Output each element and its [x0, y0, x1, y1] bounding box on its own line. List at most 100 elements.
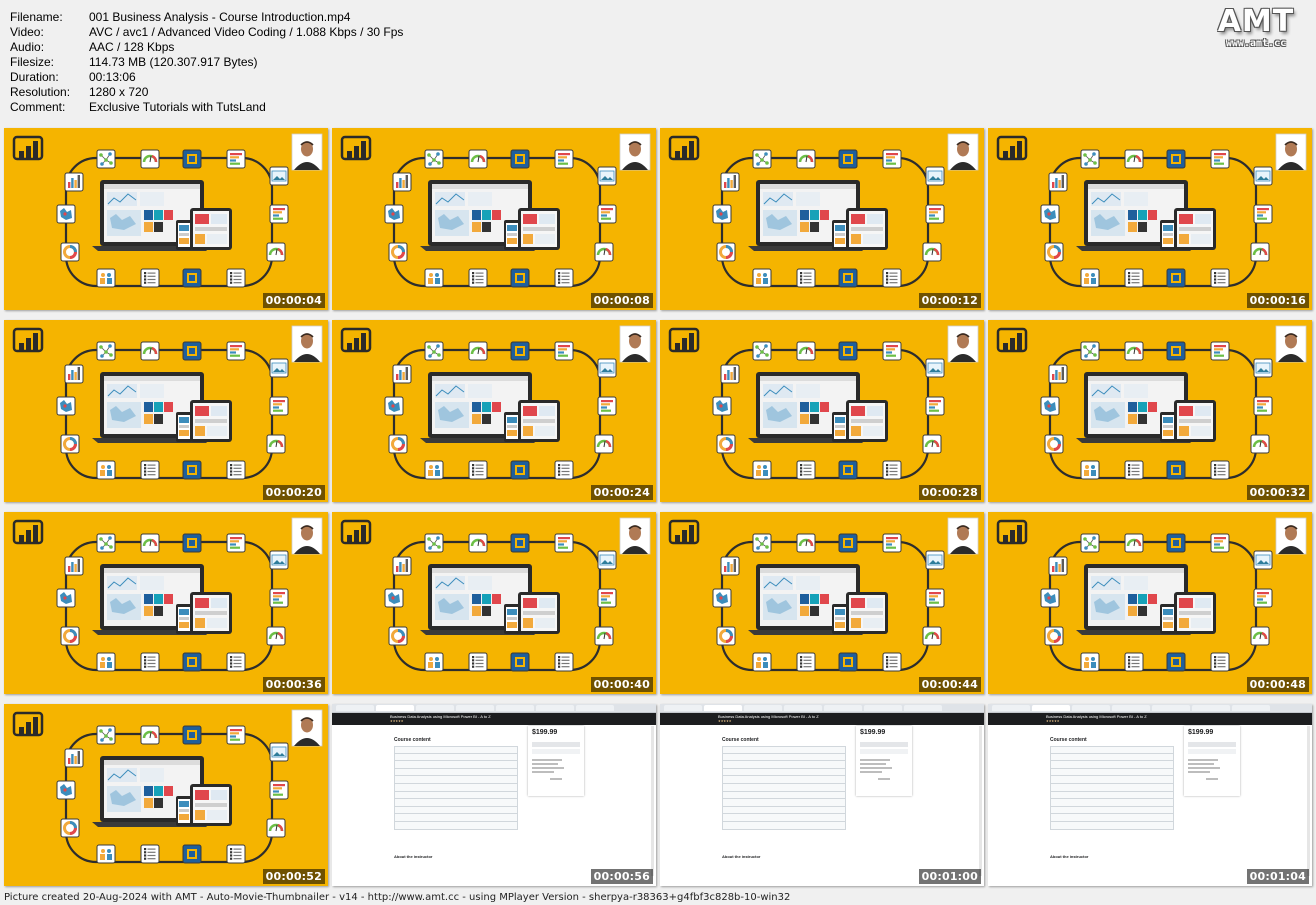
- course-section-row[interactable]: [1050, 768, 1174, 777]
- gift-button[interactable]: [860, 749, 908, 754]
- browser-tab[interactable]: [864, 705, 902, 711]
- gauge-chart-icon: [468, 149, 488, 169]
- video-thumbnail[interactable]: 00:00:08: [332, 128, 656, 310]
- donut-chart-icon: [60, 242, 80, 262]
- course-section-row[interactable]: [394, 814, 518, 822]
- enroll-button[interactable]: [532, 742, 580, 747]
- course-section-row[interactable]: [1050, 791, 1174, 800]
- info-key: Video:: [10, 25, 44, 39]
- video-thumbnail[interactable]: 00:00:16: [988, 128, 1312, 310]
- browser-tab[interactable]: [456, 705, 494, 711]
- course-section-row[interactable]: [394, 791, 518, 800]
- share-link[interactable]: [1206, 778, 1218, 780]
- browser-tab[interactable]: [784, 705, 822, 711]
- course-section-row[interactable]: [1050, 783, 1174, 792]
- course-section-row[interactable]: [722, 776, 846, 784]
- donut-chart-icon: [716, 242, 736, 262]
- video-thumbnail[interactable]: 00:00:20: [4, 320, 328, 502]
- course-section-row[interactable]: [394, 761, 518, 769]
- kpi-tile-icon: [1166, 460, 1186, 480]
- video-thumbnail[interactable]: 00:00:04: [4, 128, 328, 310]
- course-section-row[interactable]: [394, 799, 518, 807]
- course-section-row[interactable]: [1050, 776, 1174, 784]
- about-instructor-heading: About the instructor: [394, 854, 433, 859]
- donut-chart-icon: [1044, 434, 1064, 454]
- video-thumbnail[interactable]: 00:00:24: [332, 320, 656, 502]
- course-section-row[interactable]: [722, 806, 846, 815]
- course-section-row[interactable]: [394, 806, 518, 815]
- presenter-photo: [619, 517, 651, 555]
- course-section-row[interactable]: [722, 783, 846, 792]
- course-section-row[interactable]: [394, 753, 518, 762]
- course-section-row[interactable]: [722, 791, 846, 800]
- page-scrollbar[interactable]: [979, 726, 982, 876]
- table-visual-icon: [468, 652, 488, 672]
- course-section-row[interactable]: [1050, 753, 1174, 762]
- course-section-row[interactable]: [394, 768, 518, 777]
- course-section-row[interactable]: [722, 753, 846, 762]
- share-link[interactable]: [878, 778, 890, 780]
- video-thumbnail[interactable]: 00:00:32: [988, 320, 1312, 502]
- browser-tab[interactable]: [336, 705, 374, 711]
- course-section-row[interactable]: [394, 746, 518, 754]
- browser-tab[interactable]: [904, 705, 942, 711]
- course-section-row[interactable]: [1050, 814, 1174, 822]
- page-scrollbar[interactable]: [1307, 726, 1310, 876]
- course-section-row[interactable]: [394, 776, 518, 784]
- course-section-row[interactable]: [722, 814, 846, 822]
- browser-tab[interactable]: [664, 705, 702, 711]
- video-thumbnail[interactable]: Business Data Analysis using Microsoft P…: [660, 704, 984, 886]
- video-thumbnail[interactable]: 00:00:48: [988, 512, 1312, 694]
- browser-tab[interactable]: [496, 705, 534, 711]
- course-section-row[interactable]: [722, 821, 846, 830]
- browser-tab[interactable]: [416, 705, 454, 711]
- video-thumbnail[interactable]: 00:00:28: [660, 320, 984, 502]
- column-chart-icon: [720, 172, 740, 192]
- browser-tab-active[interactable]: [1032, 705, 1070, 711]
- video-thumbnail[interactable]: 00:00:12: [660, 128, 984, 310]
- video-thumbnail[interactable]: Business Data Analysis using Microsoft P…: [332, 704, 656, 886]
- course-section-row[interactable]: [1050, 806, 1174, 815]
- browser-tab-active[interactable]: [704, 705, 742, 711]
- course-section-row[interactable]: [1050, 746, 1174, 754]
- browser-tab-active[interactable]: [376, 705, 414, 711]
- gift-button[interactable]: [532, 749, 580, 754]
- browser-tab[interactable]: [1072, 705, 1110, 711]
- browser-tab[interactable]: [992, 705, 1030, 711]
- course-section-row[interactable]: [722, 746, 846, 754]
- info-row-comment: Comment: Exclusive Tutorials with TutsLa…: [10, 100, 403, 115]
- enroll-button[interactable]: [1188, 742, 1236, 747]
- video-thumbnail[interactable]: 00:00:44: [660, 512, 984, 694]
- bar-chart-icon: [1210, 149, 1230, 169]
- browser-tab[interactable]: [1112, 705, 1150, 711]
- video-thumbnail[interactable]: 00:00:36: [4, 512, 328, 694]
- course-section-row[interactable]: [394, 783, 518, 792]
- video-thumbnail[interactable]: 00:00:52: [4, 704, 328, 886]
- course-section-row[interactable]: [394, 821, 518, 830]
- image-visual-icon: [925, 358, 945, 378]
- image-visual-icon: [1253, 358, 1273, 378]
- page-scrollbar[interactable]: [651, 726, 654, 876]
- enroll-button[interactable]: [860, 742, 908, 747]
- kpi-tile-icon: [510, 341, 530, 361]
- browser-tab[interactable]: [576, 705, 614, 711]
- image-visual-icon: [925, 166, 945, 186]
- browser-tab[interactable]: [1232, 705, 1270, 711]
- course-section-row[interactable]: [722, 768, 846, 777]
- course-section-row[interactable]: [722, 761, 846, 769]
- share-link[interactable]: [550, 778, 562, 780]
- browser-tab[interactable]: [536, 705, 574, 711]
- course-section-row[interactable]: [722, 799, 846, 807]
- video-thumbnail[interactable]: 00:00:40: [332, 512, 656, 694]
- browser-tab[interactable]: [744, 705, 782, 711]
- course-section-row[interactable]: [1050, 761, 1174, 769]
- course-section-row[interactable]: [1050, 821, 1174, 830]
- gift-button[interactable]: [1188, 749, 1236, 754]
- video-thumbnail[interactable]: Business Data Analysis using Microsoft P…: [988, 704, 1312, 886]
- browser-tab[interactable]: [1192, 705, 1230, 711]
- column-chart-icon: [392, 172, 412, 192]
- horizontal-bar-icon: [925, 204, 945, 224]
- browser-tab[interactable]: [824, 705, 862, 711]
- browser-tab[interactable]: [1152, 705, 1190, 711]
- course-section-row[interactable]: [1050, 799, 1174, 807]
